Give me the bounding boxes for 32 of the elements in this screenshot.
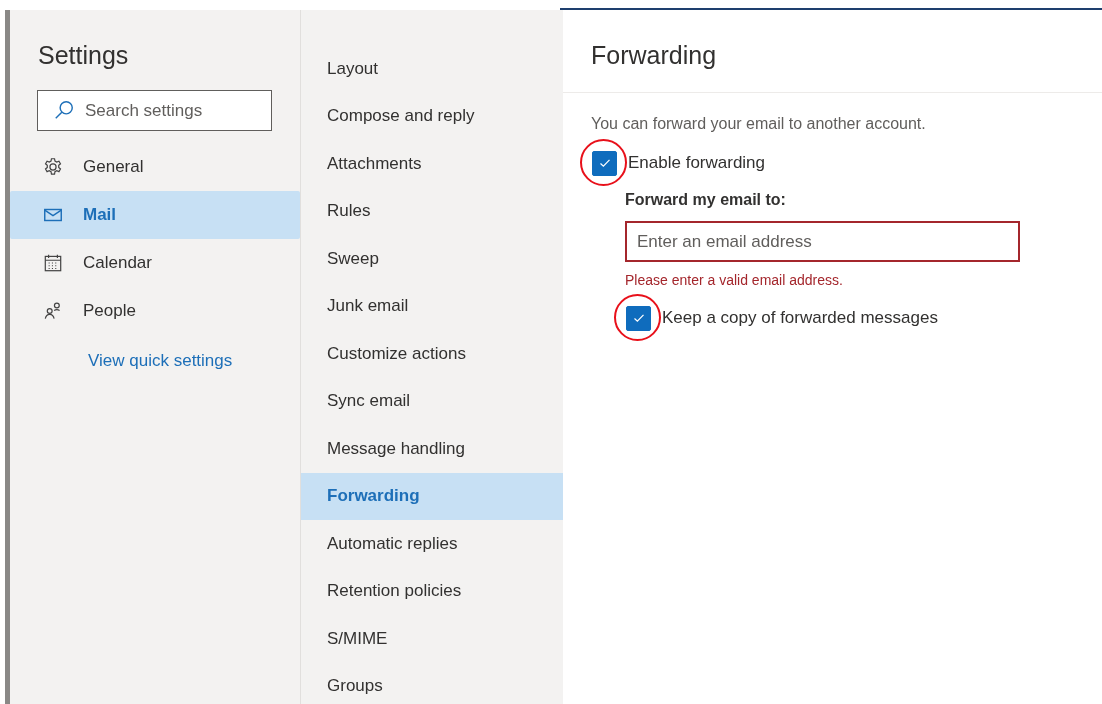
nav-item[interactable]: Mail bbox=[10, 191, 300, 239]
submenu-item[interactable]: Customize actions bbox=[301, 330, 563, 378]
gear-icon bbox=[42, 156, 64, 178]
checkbox[interactable] bbox=[592, 150, 617, 176]
checkbox-label: Keep a copy of forwarded messages bbox=[662, 308, 938, 328]
search-field[interactable]: Search settings bbox=[37, 90, 272, 131]
email-field[interactable]: Enter an email address bbox=[625, 221, 1020, 262]
submenu-item[interactable]: Sync email bbox=[301, 377, 563, 425]
submenu-item[interactable]: Message handling bbox=[301, 425, 563, 473]
settings-title: Settings bbox=[37, 40, 130, 71]
submenu-item[interactable]: Rules bbox=[301, 187, 563, 235]
nav-item[interactable]: People bbox=[10, 287, 300, 335]
error-message: Please enter a valid email address. bbox=[625, 272, 844, 288]
nav-item[interactable]: Calendar bbox=[10, 239, 300, 287]
checkbox[interactable] bbox=[626, 305, 651, 331]
description-text: You can forward your email to another account. bbox=[591, 115, 927, 133]
submenu-item[interactable]: Forwarding bbox=[301, 472, 563, 520]
calendar-icon bbox=[42, 252, 64, 274]
submenu-item[interactable]: Sweep bbox=[301, 235, 563, 283]
submenu-item[interactable]: Junk email bbox=[301, 282, 563, 330]
page-title: Forwarding bbox=[563, 10, 1102, 93]
submenu-item[interactable]: Attachments bbox=[301, 140, 563, 188]
checkbox-label: Enable forwarding bbox=[628, 153, 766, 173]
submenu-item[interactable]: Automatic replies bbox=[301, 520, 563, 568]
quick-settings-link[interactable]: View quick settings bbox=[88, 351, 233, 371]
field-label: Forward my email to: bbox=[625, 191, 787, 209]
submenu-item[interactable]: Compose and reply bbox=[301, 92, 563, 140]
submenu-item[interactable]: Groups bbox=[301, 662, 563, 704]
submenu-item[interactable]: Retention policies bbox=[301, 567, 563, 615]
nav-item[interactable]: General bbox=[10, 143, 300, 191]
submenu-item[interactable]: S/MIME bbox=[301, 615, 563, 663]
submenu-item[interactable]: Layout bbox=[301, 45, 563, 93]
